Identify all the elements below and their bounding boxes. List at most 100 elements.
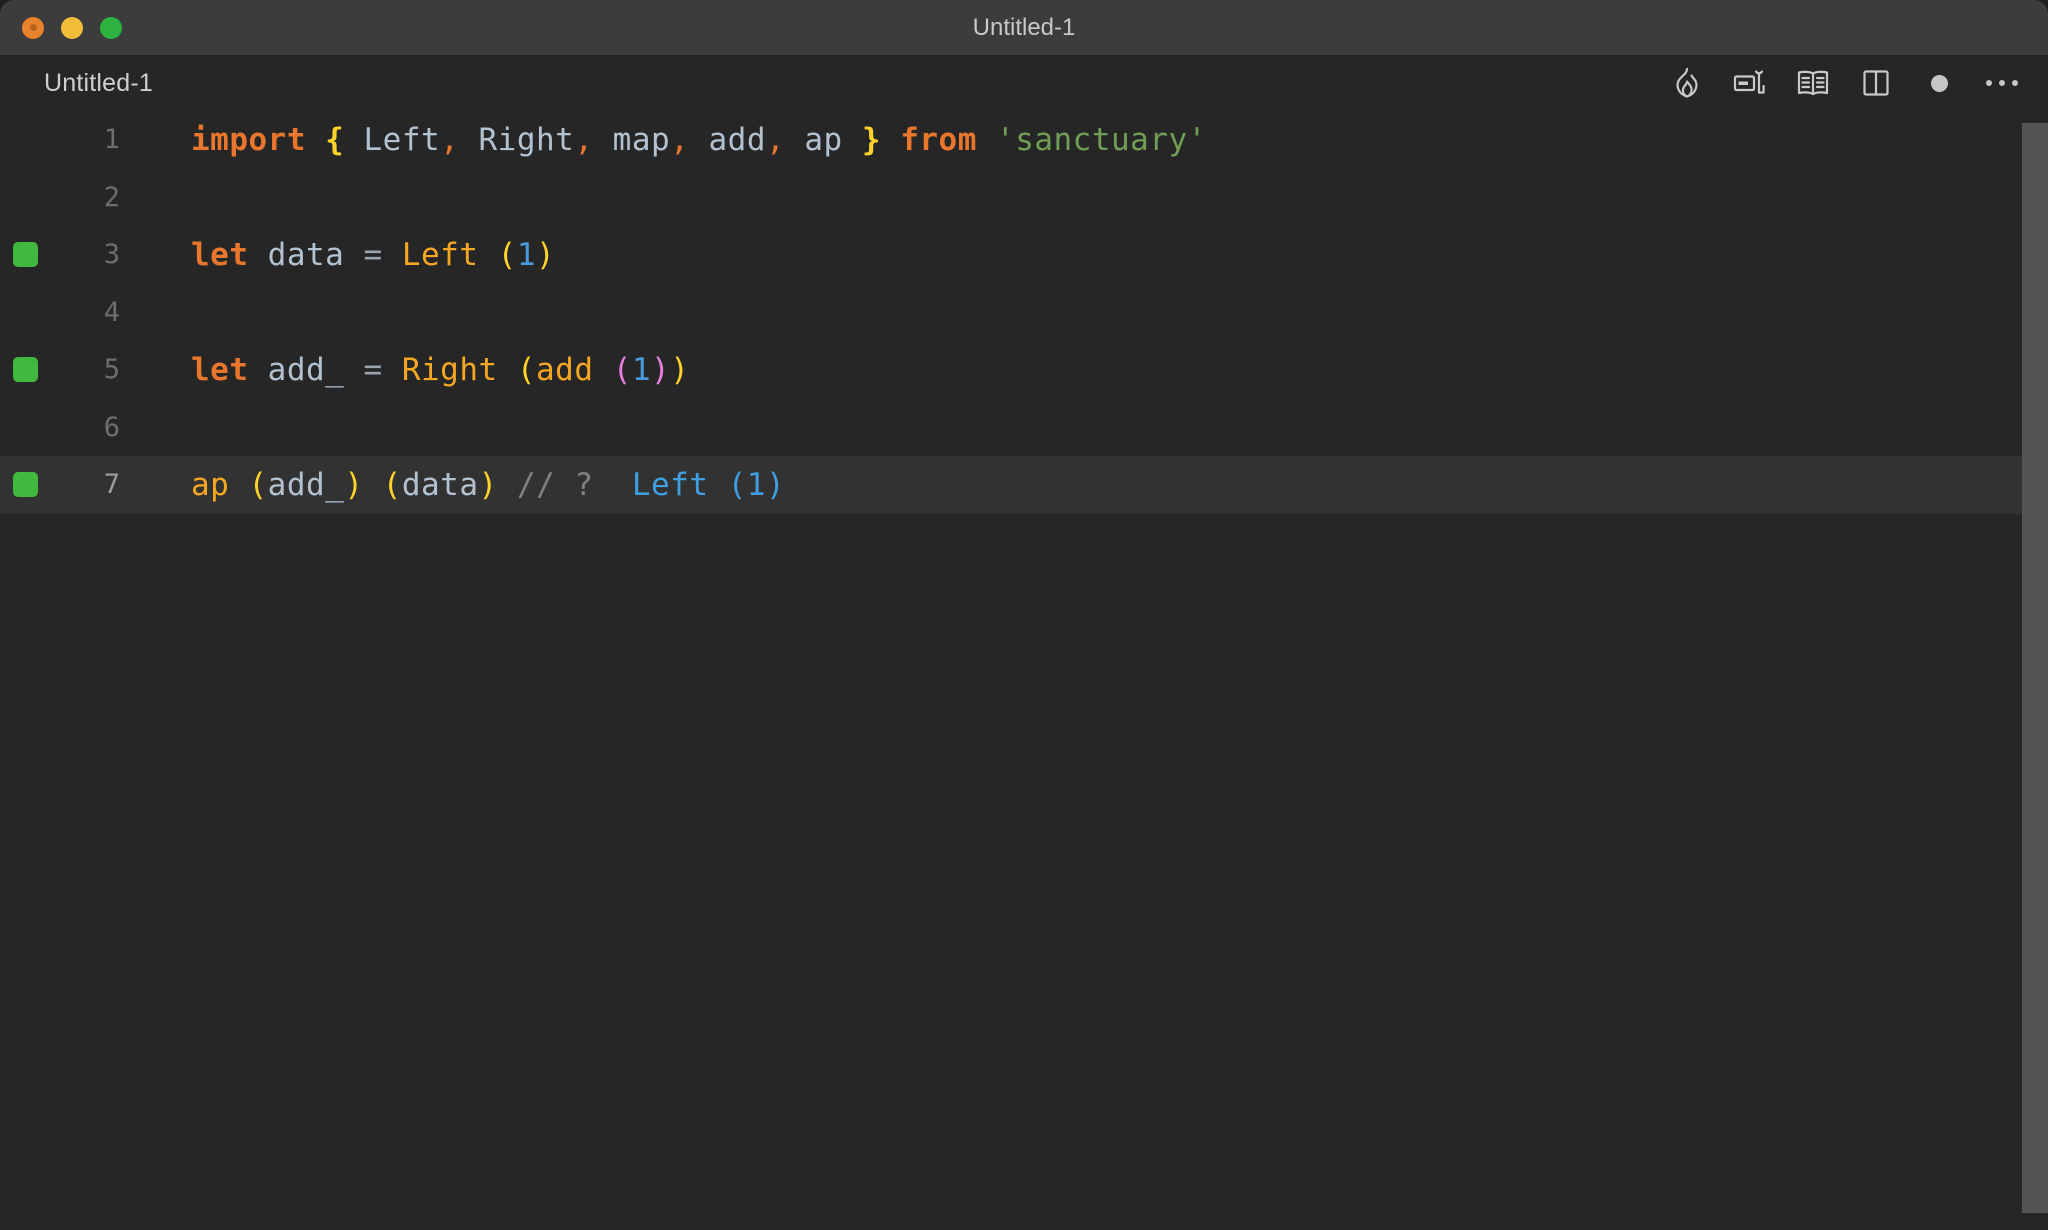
editor-tabbar: Untitled-1 <box>0 55 2048 111</box>
code-lines-container: 1 import { Left, Right, map, add, ap } fr… <box>0 111 2048 514</box>
code-line-7[interactable]: 7 ap (add_) (data) // ? Left (1) <box>0 456 2048 514</box>
line-number: 4 <box>103 296 120 328</box>
token-paren-m: ( <box>612 351 632 388</box>
token-paren-y: ) <box>344 466 364 503</box>
token-op: = <box>363 236 383 273</box>
scrollbar-thumb[interactable] <box>2022 123 2048 1213</box>
code-line-2[interactable]: 2 <box>0 169 2048 227</box>
code-line-5[interactable]: 5 let add_ = Right (add (1)) <box>0 341 2048 399</box>
gutter-run-marker-icon[interactable] <box>13 472 38 498</box>
unsaved-dot-icon[interactable] <box>1921 65 1957 101</box>
code-text: let data = Left (1) <box>128 237 555 273</box>
token-ident: add <box>708 121 767 158</box>
code-line-6[interactable]: 6 <box>0 399 2048 457</box>
token-kw: from <box>900 121 977 158</box>
editor-window: Untitled-1 Untitled-1 1 import {Left, R… <box>0 0 2048 1230</box>
token-ident: Right <box>478 121 575 158</box>
tab-untitled-1[interactable]: Untitled-1 <box>44 69 153 98</box>
window-titlebar: Untitled-1 <box>0 0 2048 55</box>
code-line-3[interactable]: 3 let data = Left (1) <box>0 226 2048 284</box>
traffic-light-group <box>22 16 122 39</box>
token-ident: Left <box>363 121 441 158</box>
token-kw: let <box>191 351 249 388</box>
token-paren-y: ( <box>516 351 537 388</box>
code-line-1[interactable]: 1 import { Left, Right, map, add, ap } fr… <box>0 111 2048 169</box>
close-window-button[interactable] <box>22 16 44 39</box>
run-preview-icon[interactable] <box>1732 65 1768 101</box>
minimize-window-button[interactable] <box>61 16 83 39</box>
token-func: ap <box>191 466 230 503</box>
token-string: 'sanctuary' <box>996 121 1207 158</box>
token-kw: import <box>191 121 306 158</box>
token-ident: add_ <box>267 351 345 388</box>
line-number: 1 <box>103 124 120 156</box>
token-punc: , <box>670 121 690 158</box>
gutter-run-marker-icon[interactable] <box>13 357 38 383</box>
token-punc: , <box>574 121 594 158</box>
code-text: ap (add_) (data) // ? Left (1) <box>128 467 785 503</box>
code-text: import { Left, Right, map, add, ap } fro… <box>128 122 1207 158</box>
token-ident: data <box>401 466 479 503</box>
token-punc: , <box>766 121 786 158</box>
token-func: add <box>536 351 594 388</box>
editor-scrollbar[interactable] <box>2022 111 2048 1230</box>
token-result: Left (1) <box>631 466 786 503</box>
ellipsis-icon[interactable] <box>1984 65 2020 101</box>
code-text: let add_ = Right (add (1)) <box>128 352 689 388</box>
token-op: = <box>363 351 383 388</box>
token-ident: add_ <box>267 466 345 503</box>
toolbar-actions <box>1669 65 2020 101</box>
token-paren-y: ( <box>248 466 268 503</box>
token-paren-y: ) <box>670 351 690 388</box>
code-editor[interactable]: 1 import { Left, Right, map, add, ap } fr… <box>0 111 2048 1230</box>
token-paren-y: ( <box>497 236 517 273</box>
open-book-icon[interactable] <box>1795 65 1831 101</box>
gutter-run-marker-icon[interactable] <box>13 242 38 268</box>
token-ident: map <box>612 121 671 158</box>
token-comment: // ? <box>516 466 594 503</box>
line-number: 2 <box>103 181 120 213</box>
token-ident: ap <box>804 121 843 158</box>
flame-icon[interactable] <box>1669 65 1705 101</box>
token-punc: , <box>440 121 460 158</box>
token-func: Right <box>401 351 498 388</box>
token-paren-m: ) <box>651 351 671 388</box>
token-ident: data <box>267 236 345 273</box>
token-paren-y: ) <box>536 236 556 273</box>
token-paren-y: ( <box>382 466 402 503</box>
maximize-window-button[interactable] <box>100 16 122 39</box>
line-number: 6 <box>103 411 120 443</box>
token-paren-y: ) <box>478 466 498 503</box>
window-title: Untitled-1 <box>972 13 1076 41</box>
token-brace: { <box>325 121 345 158</box>
token-kw: let <box>191 236 249 273</box>
token-num: 1 <box>516 236 537 273</box>
token-num: 1 <box>631 351 652 388</box>
token-brace: } <box>861 121 882 158</box>
split-editor-icon[interactable] <box>1858 65 1894 101</box>
token-func: Left <box>401 236 479 273</box>
code-line-4[interactable]: 4 <box>0 284 2048 342</box>
